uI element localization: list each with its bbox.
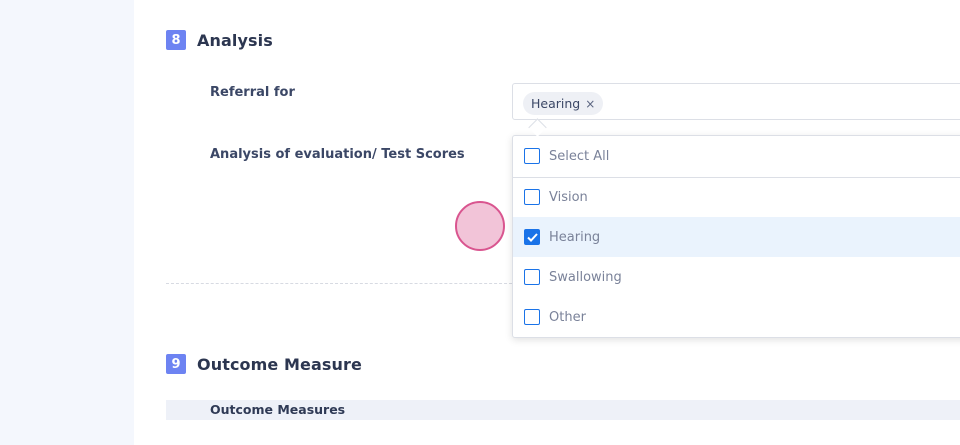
checkbox-icon[interactable] bbox=[524, 148, 540, 164]
left-sidebar bbox=[0, 0, 134, 445]
outcome-table-header: Outcome Measures bbox=[166, 400, 960, 420]
outcome-measures-header-label: Outcome Measures bbox=[210, 402, 346, 417]
checkbox-icon[interactable] bbox=[524, 269, 540, 285]
option-swallowing[interactable]: Swallowing bbox=[513, 257, 960, 297]
section-number-badge: 8 bbox=[166, 30, 186, 50]
analysis-label: Analysis of evaluation/ Test Scores bbox=[210, 147, 465, 162]
option-other[interactable]: Other bbox=[513, 297, 960, 337]
checkbox-icon[interactable] bbox=[524, 309, 540, 325]
click-indicator bbox=[455, 201, 505, 251]
checkbox-checked-icon[interactable] bbox=[524, 229, 540, 245]
referral-dropdown-menu: Select All Vision Hearing Swallowing Oth… bbox=[512, 135, 960, 338]
selected-chip: Hearing × bbox=[523, 92, 604, 115]
chip-remove-icon[interactable]: × bbox=[585, 97, 595, 111]
referral-for-label: Referral for bbox=[210, 85, 295, 100]
select-all-option[interactable]: Select All bbox=[513, 136, 960, 176]
section-title: Outcome Measure bbox=[197, 354, 362, 374]
section-header-outcome: 9 Outcome Measure bbox=[166, 354, 362, 374]
option-label: Other bbox=[549, 309, 586, 325]
section-divider bbox=[166, 283, 512, 284]
option-label: Select All bbox=[549, 148, 610, 164]
section-number-badge: 9 bbox=[166, 354, 186, 374]
section-header-analysis: 8 Analysis bbox=[166, 30, 273, 50]
chip-label: Hearing bbox=[531, 96, 581, 111]
dropdown-caret bbox=[528, 118, 547, 137]
option-label: Hearing bbox=[549, 229, 601, 245]
section-title: Analysis bbox=[197, 30, 273, 50]
option-hearing[interactable]: Hearing bbox=[513, 217, 960, 257]
checkbox-icon[interactable] bbox=[524, 189, 540, 205]
referral-multiselect[interactable]: Hearing × bbox=[512, 83, 960, 120]
option-vision[interactable]: Vision bbox=[513, 177, 960, 217]
option-label: Swallowing bbox=[549, 269, 622, 285]
option-label: Vision bbox=[549, 189, 588, 205]
